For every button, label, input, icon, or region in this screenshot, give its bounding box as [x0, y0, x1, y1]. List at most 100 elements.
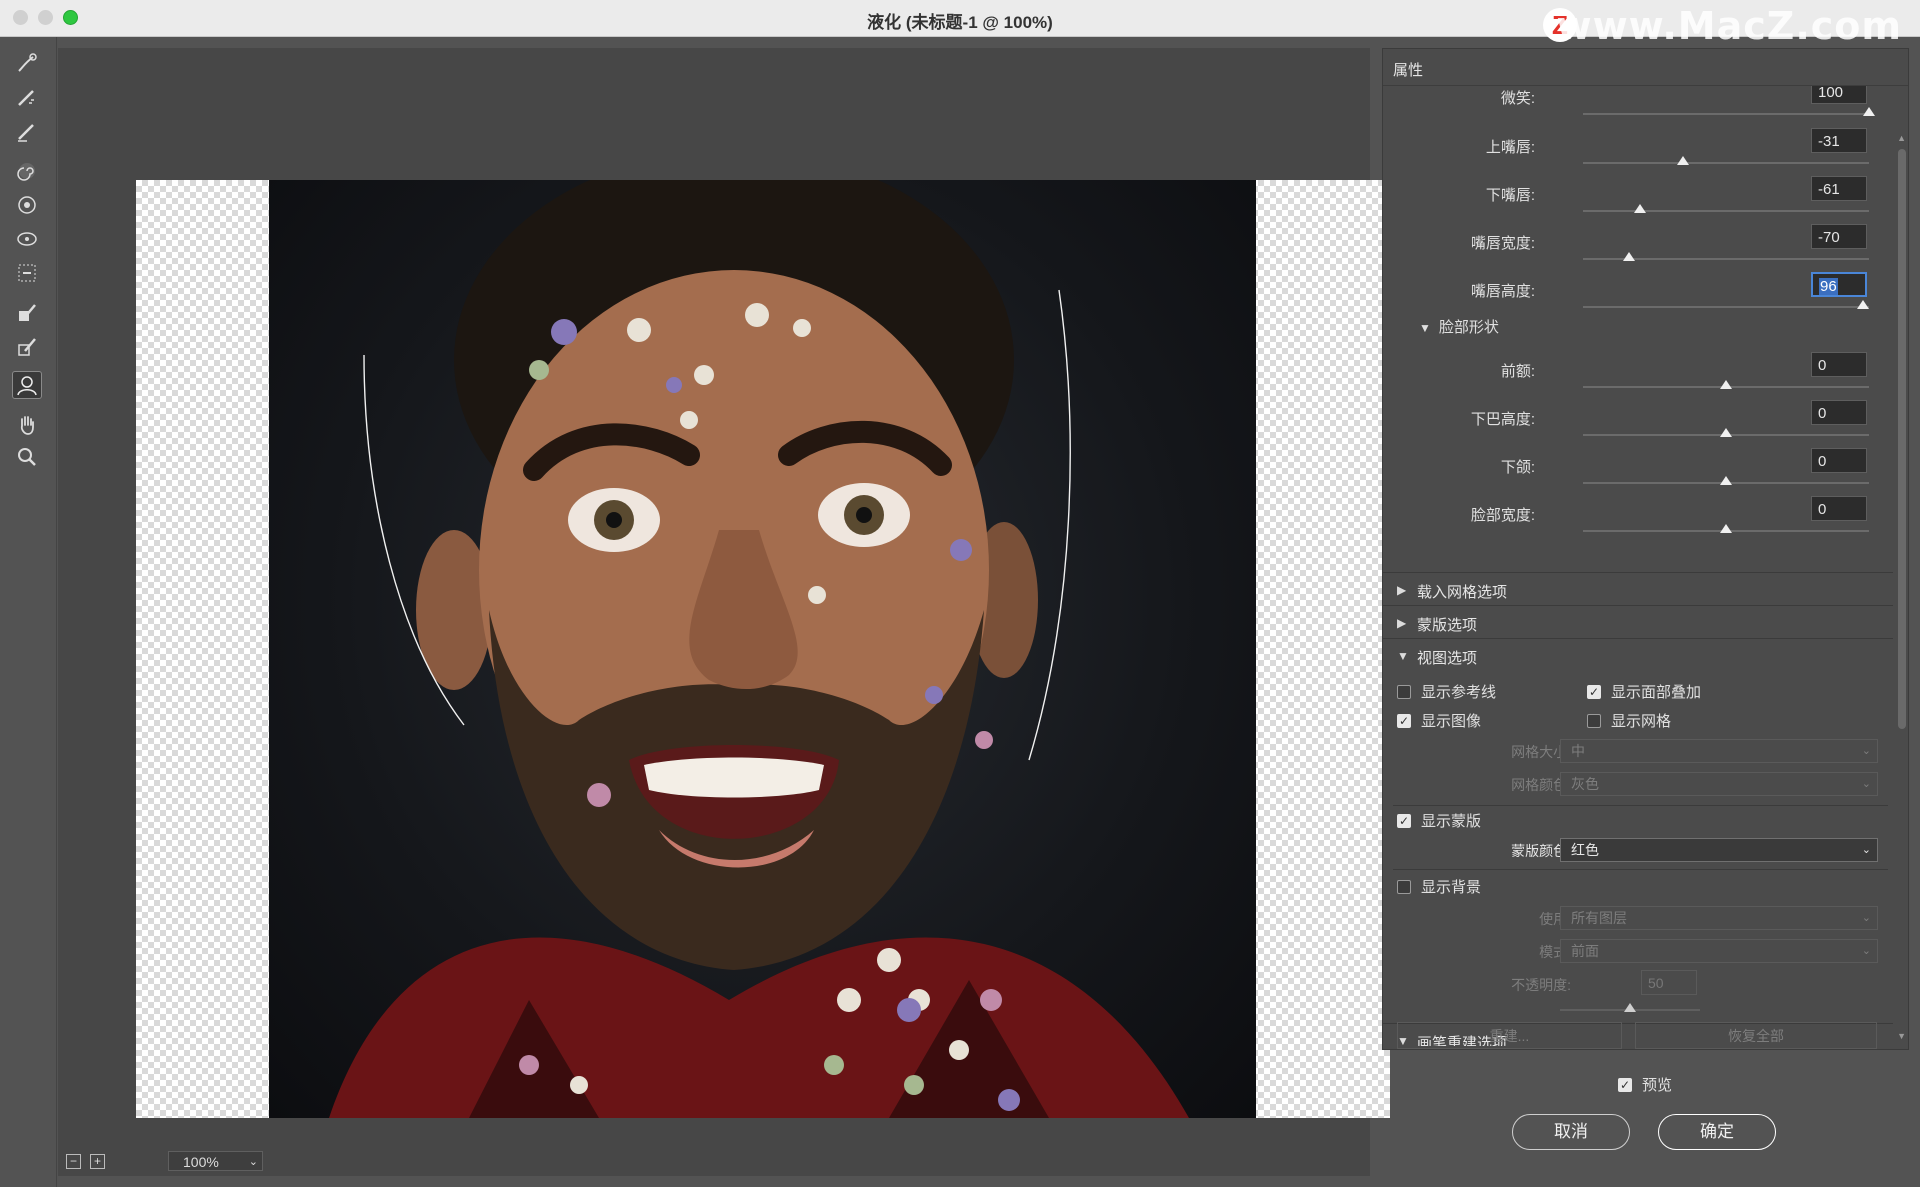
face-shape-header[interactable]: ▼ 脸部形状 — [1419, 316, 1499, 337]
slider-track[interactable] — [1583, 476, 1869, 485]
opacity-track[interactable] — [1560, 1003, 1700, 1012]
tool-bar — [0, 37, 57, 1187]
slider-row-upper-lip: 上嘴唇: -31 — [1383, 128, 1893, 176]
mask-color-select[interactable]: 红色 ⌄ — [1560, 838, 1878, 862]
slider-value-field[interactable]: -70 — [1811, 224, 1867, 249]
show-guides-checkbox[interactable]: 显示参考线 — [1397, 681, 1496, 702]
slider-track[interactable] — [1583, 252, 1869, 261]
opacity-thumb[interactable] — [1624, 1003, 1636, 1012]
checkbox-label: 显示图像 — [1421, 713, 1482, 730]
show-backdrop-checkbox[interactable]: 显示背景 — [1397, 876, 1481, 897]
mesh-size-select[interactable]: 中 ⌄ — [1560, 739, 1878, 763]
checkbox-label: 显示背景 — [1421, 879, 1482, 896]
document-canvas[interactable] — [136, 180, 1390, 1118]
view-options-section[interactable]: ▼ 视图选项 — [1383, 638, 1893, 672]
slider-thumb[interactable] — [1720, 428, 1732, 437]
slider-value-field[interactable]: 100 — [1811, 86, 1867, 104]
ok-button[interactable]: 确定 — [1658, 1114, 1776, 1150]
scroll-down-icon[interactable]: ▼ — [1897, 1031, 1906, 1041]
checkbox-label: 预览 — [1642, 1077, 1673, 1094]
slider-value-field[interactable]: 0 — [1811, 496, 1867, 521]
select-value: 灰色 — [1571, 776, 1599, 792]
properties-panel: 属性 微笑: 100 上嘴唇: -31 下嘴唇: -61 嘴唇宽度: -70 嘴… — [1382, 48, 1909, 1050]
use-select[interactable]: 所有图层 ⌄ — [1560, 906, 1878, 930]
checkbox-box[interactable]: ✓ — [1397, 813, 1411, 828]
mesh-size-row: 网格大小: 中 ⌄ — [1383, 737, 1893, 765]
checkbox-box[interactable] — [1397, 879, 1411, 894]
zoom-tool-icon[interactable] — [12, 443, 42, 471]
slider-track[interactable] — [1583, 428, 1869, 437]
checkbox-box[interactable]: ✓ — [1587, 684, 1601, 699]
mode-select[interactable]: 前面 ⌄ — [1560, 939, 1878, 963]
slider-track[interactable] — [1583, 300, 1870, 309]
show-mesh-checkbox[interactable]: 显示网格 — [1587, 710, 1671, 731]
preview-checkbox[interactable]: ✓ 预览 — [1618, 1074, 1672, 1095]
cancel-button[interactable]: 取消 — [1512, 1114, 1630, 1150]
slider-track[interactable] — [1583, 204, 1869, 213]
hand-tool-icon[interactable] — [12, 411, 42, 439]
zoom-level-field[interactable]: 100% ⌄ — [168, 1151, 263, 1171]
slider-thumb[interactable] — [1863, 107, 1875, 116]
push-left-tool-icon[interactable] — [12, 259, 42, 287]
zoom-out-button[interactable]: − — [66, 1154, 81, 1169]
mesh-color-select[interactable]: 灰色 ⌄ — [1560, 772, 1878, 796]
scroll-up-icon[interactable]: ▲ — [1897, 133, 1906, 143]
use-row: 使用: 所有图层 ⌄ — [1383, 904, 1893, 932]
twirl-tool-icon[interactable] — [12, 157, 42, 185]
slider-thumb[interactable] — [1622, 252, 1635, 261]
checkbox-box[interactable] — [1587, 713, 1601, 728]
chevron-down-icon[interactable]: ⌄ — [249, 1152, 258, 1172]
bloat-tool-icon[interactable] — [12, 225, 42, 253]
slider-value-field[interactable]: 0 — [1811, 400, 1867, 425]
show-mask-checkbox[interactable]: ✓ 显示蒙版 — [1397, 810, 1481, 831]
slider-value-field[interactable]: -61 — [1811, 176, 1867, 201]
reconstruct-button[interactable]: 重建... — [1397, 1022, 1622, 1049]
section-label: 载入网格选项 — [1417, 584, 1508, 601]
slider-track[interactable] — [1583, 380, 1869, 389]
forward-warp-tool-icon[interactable] — [12, 49, 42, 77]
smooth-tool-icon[interactable] — [12, 117, 42, 145]
checkbox-box[interactable]: ✓ — [1618, 1077, 1632, 1092]
mask-options-section[interactable]: ▶ 蒙版选项 — [1383, 605, 1893, 639]
slider-thumb[interactable] — [1677, 156, 1690, 165]
zoom-in-button[interactable]: + — [90, 1154, 105, 1169]
checkbox-label: 显示网格 — [1611, 713, 1672, 730]
chevron-down-icon: ⌄ — [1861, 844, 1871, 856]
slider-value-field-focused[interactable]: 96 — [1811, 272, 1867, 297]
slider-value-field[interactable]: 0 — [1811, 448, 1867, 473]
select-value: 前面 — [1571, 943, 1599, 959]
panel-scrollbar[interactable]: ▲ ▼ — [1896, 91, 1908, 1046]
slider-track[interactable] — [1583, 107, 1875, 116]
chevron-down-icon: ⌄ — [1861, 945, 1871, 957]
scroll-thumb[interactable] — [1898, 149, 1906, 729]
checkbox-box[interactable]: ✓ — [1397, 713, 1411, 728]
load-mesh-options-section[interactable]: ▶ 载入网格选项 — [1383, 572, 1893, 606]
slider-thumb[interactable] — [1720, 380, 1732, 389]
select-value: 中 — [1571, 743, 1585, 759]
checkbox-box[interactable] — [1397, 684, 1411, 699]
panel-body[interactable]: 微笑: 100 上嘴唇: -31 下嘴唇: -61 嘴唇宽度: -70 嘴唇高度… — [1383, 86, 1893, 1046]
slider-thumb[interactable] — [1720, 524, 1732, 533]
face-tool-icon[interactable] — [12, 371, 42, 399]
panel-header: 属性 — [1383, 49, 1908, 86]
opacity-row: 不透明度: 50 — [1383, 970, 1893, 1020]
opacity-label: 不透明度: — [1511, 977, 1571, 993]
slider-row-mouth-width: 嘴唇宽度: -70 — [1383, 224, 1893, 272]
slider-label: 前额: — [1500, 363, 1535, 380]
slider-value-field[interactable]: 0 — [1811, 352, 1867, 377]
opacity-field[interactable]: 50 — [1641, 970, 1697, 995]
slider-track[interactable] — [1583, 524, 1869, 533]
thaw-mask-tool-icon[interactable] — [12, 333, 42, 361]
slider-thumb[interactable] — [1857, 300, 1870, 309]
slider-value-field[interactable]: -31 — [1811, 128, 1867, 153]
slider-track[interactable] — [1583, 156, 1869, 165]
preview-canvas[interactable] — [58, 48, 1390, 1176]
slider-thumb[interactable] — [1720, 476, 1732, 485]
freeze-mask-tool-icon[interactable] — [12, 299, 42, 327]
slider-thumb[interactable] — [1634, 204, 1647, 213]
show-face-overlay-checkbox[interactable]: ✓ 显示面部叠加 — [1587, 681, 1701, 702]
pucker-tool-icon[interactable] — [12, 191, 42, 219]
show-image-checkbox[interactable]: ✓ 显示图像 — [1397, 710, 1481, 731]
reconstruct-tool-icon[interactable] — [12, 83, 42, 111]
restore-all-button[interactable]: 恢复全部 — [1635, 1022, 1877, 1049]
